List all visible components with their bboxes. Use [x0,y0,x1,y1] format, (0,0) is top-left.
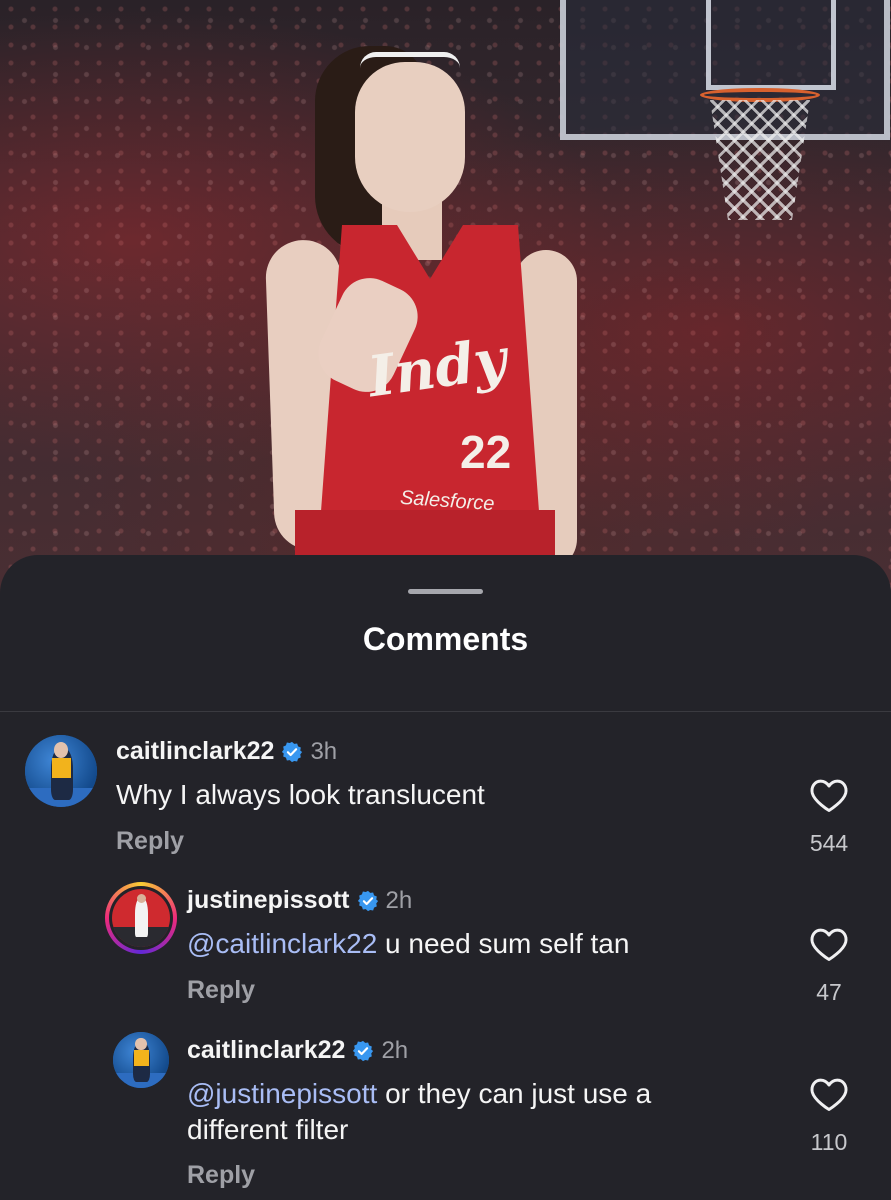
reply-button[interactable]: Reply [187,976,255,1005]
mention-link[interactable]: @justinepissott [187,1078,377,1109]
comment-username[interactable]: justinepissott [187,886,350,915]
comment-time: 3h [310,737,338,765]
basketball-rim [700,88,820,102]
sheet-title: Comments [362,621,529,657]
sheet-grabber[interactable] [408,589,483,594]
heart-outline-icon[interactable] [809,926,849,962]
avatar[interactable] [113,1032,169,1088]
jersey-number: 22 [460,426,512,478]
avatar[interactable] [25,735,97,807]
verified-badge-icon [353,1040,374,1061]
verified-badge-icon [282,741,303,762]
comments-sheet: Comments caitlinclark22 3h Why I always … [0,555,891,1200]
comment-time: 2h [381,1036,409,1064]
comment-text: @justinepissott or they can just use a di… [187,1078,652,1145]
comment-header: caitlinclark22 3h [116,737,337,766]
verified-badge-icon [357,890,378,911]
comment-header: caitlinclark22 2h [187,1036,408,1065]
comment-header: justinepissott 2h [187,886,412,915]
comment-username[interactable]: caitlinclark22 [187,1036,345,1065]
divider [0,711,891,712]
reply-button[interactable]: Reply [116,827,184,856]
comment-text: @caitlinclark22 u need sum self tan [187,928,630,959]
mention-link[interactable]: @caitlinclark22 [187,928,377,959]
like-count: 544 [809,830,849,856]
heart-outline-icon[interactable] [809,777,849,813]
heart-outline-icon[interactable] [809,1076,849,1112]
post-image: Indy 22 Salesforce [0,0,891,600]
reply-button[interactable]: Reply [187,1161,255,1190]
player-figure: Indy 22 Salesforce [264,40,590,600]
comment-username[interactable]: caitlinclark22 [116,737,274,766]
like-count: 110 [810,1129,848,1155]
like-count: 47 [816,979,842,1005]
avatar-story-ring[interactable] [105,882,177,954]
comment-text: Why I always look translucent [116,779,485,810]
comment-time: 2h [385,886,413,914]
